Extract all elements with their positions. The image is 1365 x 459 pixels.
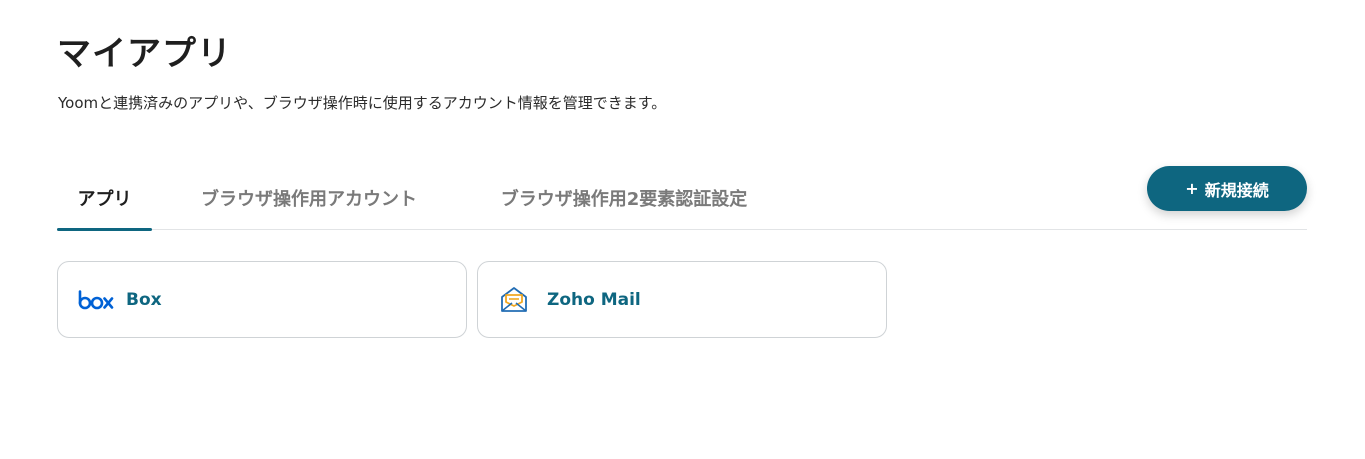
app-card-zoho-mail[interactable]: Zoho Mail	[477, 261, 887, 338]
new-connection-label: 新規接続	[1204, 180, 1269, 200]
tab-bar: アプリ ブラウザ操作用アカウント ブラウザ操作用2要素認証設定	[57, 166, 1307, 231]
app-name: Box	[126, 289, 162, 310]
new-connection-button[interactable]: + 新規接続	[1147, 166, 1307, 211]
page-subtitle: Yoomと連携済みのアプリや、ブラウザ操作時に使用するアカウント情報を管理できま…	[58, 94, 667, 112]
app-card-box[interactable]: Box	[57, 261, 467, 338]
page-title: マイアプリ	[57, 34, 232, 74]
tab-browser-accounts[interactable]: ブラウザ操作用アカウント	[197, 166, 421, 230]
tab-browser-2fa-settings[interactable]: ブラウザ操作用2要素認証設定	[487, 166, 761, 230]
app-name: Zoho Mail	[547, 289, 641, 310]
plus-icon: +	[1185, 179, 1199, 198]
zoho-mail-icon	[499, 285, 531, 315]
tab-apps[interactable]: アプリ	[57, 166, 152, 231]
my-apps-page: マイアプリ Yoomと連携済みのアプリや、ブラウザ操作時に使用するアカウント情報…	[0, 0, 1365, 459]
box-logo-icon	[78, 285, 118, 315]
